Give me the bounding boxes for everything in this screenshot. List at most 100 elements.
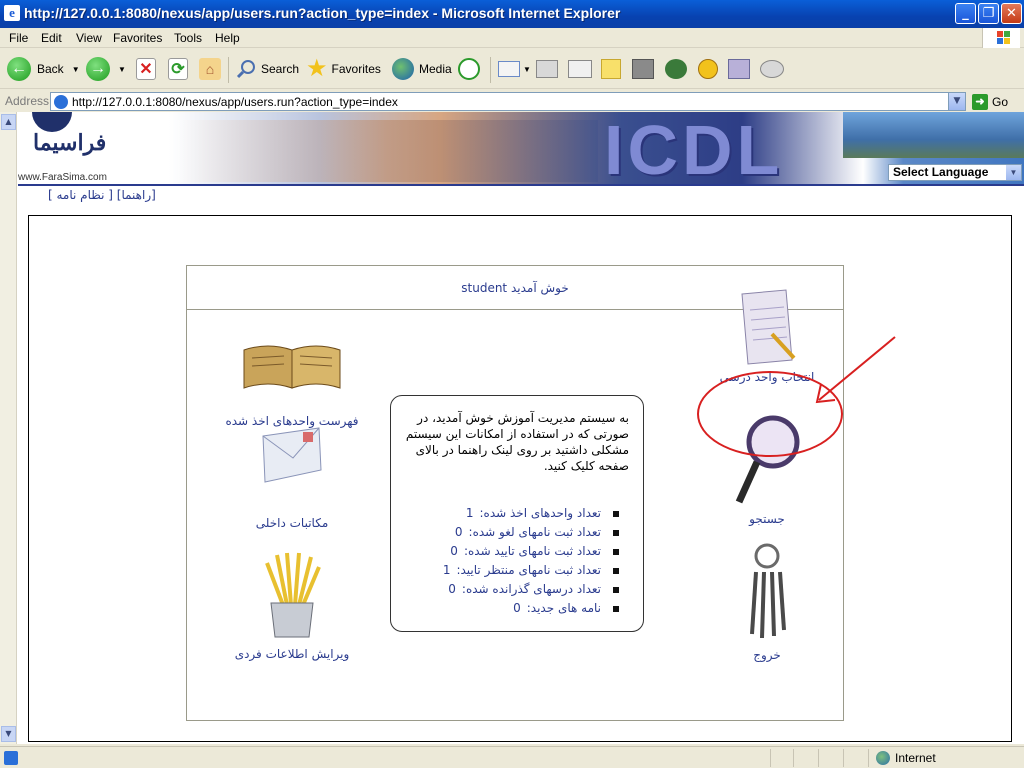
media-button[interactable]: Media <box>392 55 452 83</box>
home-button[interactable]: ⌂ <box>199 55 221 83</box>
refresh-icon: ⟳ <box>168 58 188 80</box>
refresh-button[interactable]: ⟳ <box>168 55 188 83</box>
minimize-button[interactable]: _ <box>955 3 976 24</box>
tools-icon <box>728 59 750 79</box>
logout-link[interactable]: خروج <box>692 542 842 662</box>
keys-icon <box>750 543 786 639</box>
banner-divider <box>18 184 1024 186</box>
edit-button[interactable] <box>568 55 592 83</box>
menu-help[interactable]: Help <box>215 31 240 45</box>
pencil-cup-icon <box>265 552 321 638</box>
history-button[interactable] <box>458 55 480 83</box>
chevron-down-icon: ▼ <box>523 64 531 74</box>
forward-arrow-icon: → <box>86 57 110 81</box>
smiley-icon <box>698 59 718 79</box>
stop-icon: ✕ <box>136 58 156 80</box>
stats-list: تعداد واحدهای اخذ شده:1 تعداد ثبت نامهای… <box>405 504 619 618</box>
menu-bar: File Edit View Favorites Tools Help <box>0 28 1024 48</box>
site-banner: فراسیما www.FaraSima.com ICDL Select Lan… <box>18 112 1024 184</box>
icdl-logo: ICDL <box>604 112 784 184</box>
help-link[interactable]: [راهنما] <box>117 188 156 202</box>
search-icon <box>236 60 255 79</box>
toolbar-divider <box>490 57 491 83</box>
messenger-button[interactable] <box>665 55 687 83</box>
main-frame: خوش آمدید student فهرست واحدهای اخذ شده … <box>28 215 1012 742</box>
address-bar: Address http://127.0.0.1:8080/nexus/app/… <box>0 90 1024 112</box>
scroll-down-icon[interactable]: ▼ <box>1 726 16 742</box>
research-icon <box>632 59 654 79</box>
go-arrow-icon: ➜ <box>972 94 988 110</box>
scroll-up-icon[interactable]: ▲ <box>1 114 16 130</box>
status-cell <box>818 749 819 767</box>
security-zone: Internet <box>876 751 936 765</box>
print-icon <box>536 60 558 78</box>
stat-approved-registrations: تعداد ثبت نامهای تایید شده:0 <box>405 542 619 561</box>
stat-cancelled-registrations: تعداد ثبت نامهای لغو شده:0 <box>405 523 619 542</box>
back-button[interactable]: ← Back ▼ <box>7 55 80 83</box>
stat-new-messages: نامه های جدید:0 <box>405 599 619 618</box>
status-cell <box>770 749 771 767</box>
favorites-button[interactable]: ★ Favorites <box>306 55 381 83</box>
status-bar: Internet <box>0 746 1024 768</box>
menu-tools[interactable]: Tools <box>174 31 202 45</box>
chevron-down-icon[interactable]: ▼ <box>948 93 965 110</box>
logo-mark-icon <box>32 112 72 132</box>
maximize-button[interactable]: ❐ <box>978 3 999 24</box>
help-links: [راهنما] [ نظام نامه ] <box>48 188 156 202</box>
forward-button[interactable]: → ▼ <box>86 55 126 83</box>
history-icon <box>458 58 480 80</box>
tools-button[interactable] <box>728 55 750 83</box>
windows-logo-icon <box>982 28 1020 48</box>
status-cell <box>843 749 844 767</box>
mail-icon <box>498 61 520 77</box>
chevron-down-icon: ▼ <box>71 64 80 74</box>
globe-icon <box>876 751 890 765</box>
window-title: http://127.0.0.1:8080/nexus/app/users.ru… <box>24 5 621 21</box>
note-icon <box>601 59 621 79</box>
page-status-icon <box>4 751 18 765</box>
stop-button[interactable]: ✕ <box>136 55 156 83</box>
edit-icon <box>568 60 592 78</box>
courses-taken-link[interactable]: فهرست واحدهای اخذ شده <box>217 342 367 428</box>
back-arrow-icon: ← <box>7 57 31 81</box>
ie-page-icon <box>54 95 68 109</box>
star-icon: ★ <box>306 55 328 82</box>
banner-landscape-image <box>843 112 1024 158</box>
course-selection-link[interactable]: انتخاب واحد درسی <box>692 288 842 384</box>
welcome-message: به سیستم مدیریت آموزش خوش آمدید، در صورت… <box>405 411 629 473</box>
window-titlebar: e http://127.0.0.1:8080/nexus/app/users.… <box>0 0 1024 28</box>
close-button[interactable]: ✕ <box>1001 3 1022 24</box>
rules-link[interactable]: [ نظام نامه ] <box>48 188 113 202</box>
discuss-button[interactable] <box>760 55 784 83</box>
language-select[interactable]: Select Language ▼ <box>888 164 1022 181</box>
farasima-logo[interactable]: فراسیما www.FaraSima.com <box>18 112 168 184</box>
mail-button[interactable]: ▼ <box>498 55 531 83</box>
menu-file[interactable]: File <box>9 31 28 45</box>
notepad-pencil-icon <box>741 289 796 365</box>
notes-button[interactable] <box>601 55 621 83</box>
home-icon: ⌂ <box>199 58 221 80</box>
dashboard-panel: خوش آمدید student فهرست واحدهای اخذ شده … <box>186 265 844 721</box>
menu-edit[interactable]: Edit <box>41 31 62 45</box>
open-book-icon <box>243 345 341 389</box>
go-button[interactable]: ➜ Go <box>972 93 1008 111</box>
yahoo-button[interactable] <box>698 55 718 83</box>
print-button[interactable] <box>536 55 558 83</box>
research-button[interactable] <box>632 55 654 83</box>
address-input[interactable]: http://127.0.0.1:8080/nexus/app/users.ru… <box>50 92 966 111</box>
vertical-scrollbar[interactable]: ▲ ▼ <box>0 112 17 744</box>
discuss-icon <box>760 60 784 78</box>
stat-passed-courses: تعداد درسهای گذرانده شده:0 <box>405 580 619 599</box>
toolbar-divider <box>228 57 229 83</box>
search-button[interactable]: Search <box>235 55 299 83</box>
status-cell <box>868 749 869 767</box>
menu-view[interactable]: View <box>76 31 102 45</box>
status-cell <box>793 749 794 767</box>
chevron-down-icon: ▼ <box>1006 165 1021 180</box>
menu-favorites[interactable]: Favorites <box>113 31 162 45</box>
annotation-circle <box>697 371 843 457</box>
messages-link[interactable]: مکاتبات داخلی <box>217 426 367 530</box>
page-content: ▲ ▼ فراسیما www.FaraSima.com ICDL Select… <box>0 112 1024 744</box>
edit-profile-link[interactable]: ویرایش اطلاعات فردی <box>217 551 367 661</box>
welcome-info-box: به سیستم مدیریت آموزش خوش آمدید، در صورت… <box>390 395 644 632</box>
